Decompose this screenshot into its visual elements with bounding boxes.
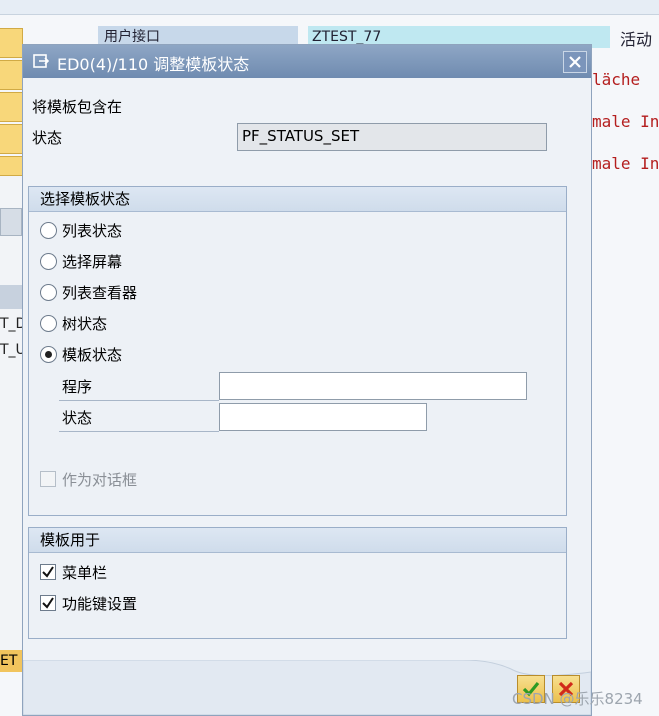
program-input[interactable] — [219, 372, 527, 400]
adjust-template-status-dialog: ED0(4)/110 调整模板状态 将模板包含在 状态 PF_STATUS_SE… — [22, 44, 592, 716]
background-left-button-4[interactable] — [0, 124, 23, 154]
template-used-for-header: 模板用于 — [29, 528, 566, 553]
dialog-titlebar[interactable]: ED0(4)/110 调整模板状态 — [23, 45, 591, 78]
checkmark-icon — [42, 597, 54, 609]
template-used-for-group: 模板用于 菜单栏 功能键设置 — [28, 527, 567, 639]
radio-list-status[interactable] — [40, 222, 57, 239]
function-key-settings-checkbox[interactable] — [40, 595, 56, 611]
program-underline — [59, 400, 219, 401]
background-left-button-2[interactable] — [0, 60, 23, 90]
checkmark-icon — [42, 566, 54, 578]
background-left-bottom: ET — [0, 650, 22, 672]
radio-template-status[interactable] — [40, 346, 57, 363]
radio-selected-dot — [45, 351, 52, 358]
background-left-button-1[interactable] — [0, 28, 23, 58]
radio-tree-status-label: 树状态 — [62, 315, 108, 333]
status-label: 状态 — [32, 129, 63, 147]
state-underline — [59, 431, 219, 432]
footer-wave-decoration — [23, 660, 591, 715]
background-right-label: 活动 — [620, 30, 653, 49]
radio-tree-status[interactable] — [40, 315, 57, 332]
radio-list-viewer[interactable] — [40, 284, 57, 301]
background-left-button-3[interactable] — [0, 92, 23, 122]
status-field[interactable]: PF_STATUS_SET — [237, 123, 547, 151]
dialog-title: ED0(4)/110 调整模板状态 — [57, 55, 250, 74]
background-left-tab[interactable] — [0, 208, 22, 236]
radio-list-status-label: 列表状态 — [62, 222, 123, 240]
background-grid-header — [0, 285, 22, 309]
program-label: 程序 — [62, 378, 93, 396]
background-red-line: male In — [592, 112, 659, 131]
select-template-status-group: 选择模板状态 列表状态 选择屏幕 列表查看器 树状态 模板状态 程序 状态 作为… — [28, 186, 567, 516]
radio-selection-screen[interactable] — [40, 253, 57, 270]
background-red-line: läche — [592, 70, 641, 89]
background-left-button-5[interactable] — [0, 156, 23, 176]
state-label: 状态 — [62, 409, 93, 427]
as-dialog-box-label: 作为对话框 — [62, 471, 138, 489]
as-dialog-box-checkbox[interactable] — [40, 471, 56, 487]
function-key-settings-label: 功能键设置 — [62, 595, 138, 613]
background-red-line: male In — [592, 154, 659, 173]
close-icon — [569, 56, 581, 68]
radio-template-status-label: 模板状态 — [62, 346, 123, 364]
select-template-status-header: 选择模板状态 — [29, 187, 566, 212]
dialog-footer — [23, 660, 591, 715]
radio-selection-screen-label: 选择屏幕 — [62, 253, 123, 271]
radio-list-viewer-label: 列表查看器 — [62, 284, 138, 302]
menu-bar-checkbox[interactable] — [40, 564, 56, 580]
menu-bar-label: 菜单栏 — [62, 564, 108, 582]
background-toolbar — [0, 0, 659, 15]
dialog-window-icon — [33, 54, 49, 68]
watermark: CSDN @乐乐8234 — [512, 690, 643, 708]
close-button[interactable] — [563, 51, 587, 73]
include-in-label: 将模板包含在 — [32, 98, 123, 116]
state-input[interactable] — [219, 403, 427, 431]
